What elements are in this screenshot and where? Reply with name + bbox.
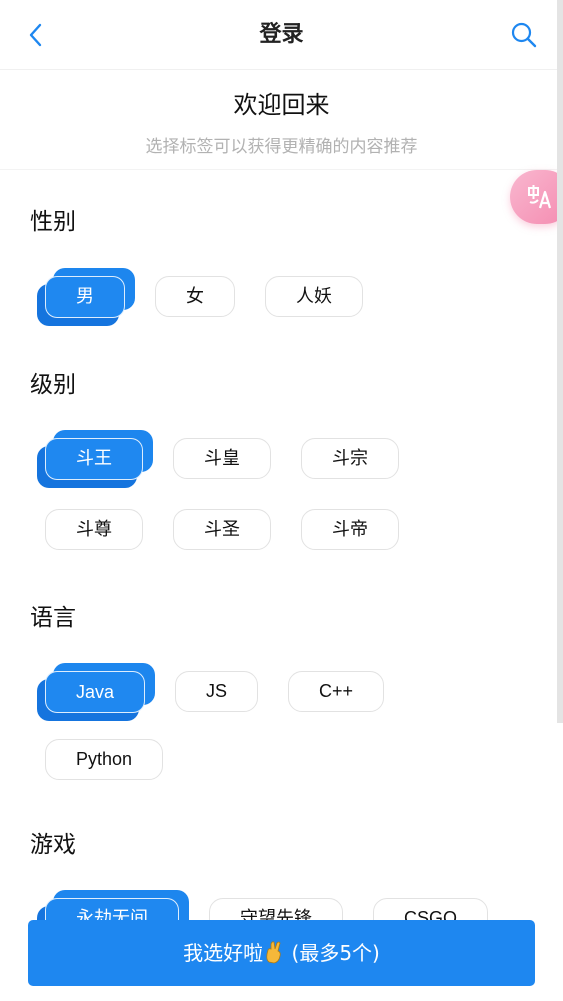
section-title-level: 级别 [30,372,76,398]
confirm-label: 我选好啦 [183,941,264,965]
section-title-game: 游戏 [30,832,76,858]
tag-language-python[interactable]: Python [45,739,163,780]
confirm-button[interactable]: 我选好啦 (最多5个) [28,920,535,986]
tag-language-cpp[interactable]: C++ [288,671,384,712]
tag-label: 斗王 [45,438,143,480]
tag-level-5[interactable]: 斗圣 [173,509,271,550]
crossed-fingers-icon [264,924,284,964]
search-icon [511,22,537,48]
tag-label: 男 [45,276,125,318]
welcome-subtitle: 选择标签可以获得更精确的内容推荐 [145,137,418,157]
section-title-gender: 性别 [30,209,76,235]
section-title-language: 语言 [30,605,76,631]
tag-level-4[interactable]: 斗尊 [45,509,143,550]
tag-language-java[interactable]: Java [37,663,155,721]
translate-button[interactable] [510,170,563,224]
tag-level-1[interactable]: 斗王 [37,430,153,488]
tag-language-js[interactable]: JS [175,671,258,712]
translate-icon [528,185,552,209]
tag-level-2[interactable]: 斗皇 [173,438,271,479]
page-title: 登录 [259,22,304,47]
tag-gender-female[interactable]: 女 [155,276,235,317]
scrollbar[interactable] [557,0,563,723]
tag-label: Java [45,671,145,713]
tag-level-6[interactable]: 斗帝 [301,509,399,550]
page: 登录 欢迎回来 选择标签可以获得更精确的内容推荐 性别 男 女 人妖 级别 斗王… [0,0,563,1001]
tag-gender-other[interactable]: 人妖 [265,276,363,317]
confirm-limit: (最多5个) [285,941,380,965]
welcome-panel: 欢迎回来 选择标签可以获得更精确的内容推荐 [0,70,563,170]
header-bar: 登录 [0,0,563,70]
tag-gender-male[interactable]: 男 [37,268,135,326]
welcome-title: 欢迎回来 [233,91,330,119]
tag-level-3[interactable]: 斗宗 [301,438,399,479]
search-button[interactable] [509,20,539,50]
